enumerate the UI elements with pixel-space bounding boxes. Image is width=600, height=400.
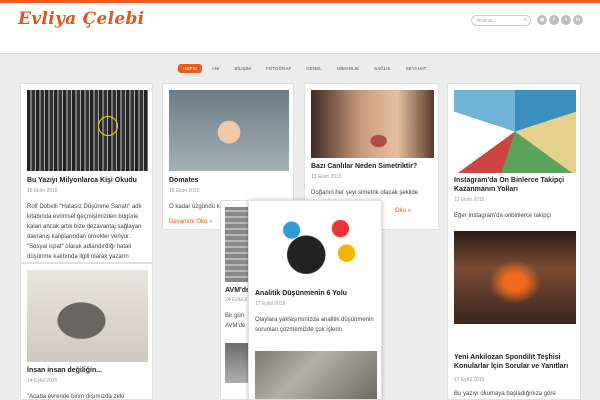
post-title[interactable]: İnsan insan değiliğin... [27, 366, 102, 375]
post-excerpt: Bir gün AVM'de [225, 313, 246, 329]
post-excerpt: Olaylara yaklaşımınızda analitik düşünme… [255, 317, 374, 333]
post-title[interactable]: Instagram'da On Binlerce Takipçi Kazanma… [454, 176, 580, 194]
post-card[interactable]: Analitik Düşünmenin 6 Yolu 17 Eylül 2015… [248, 200, 382, 400]
post-card[interactable]: Bu Yazıyı Milyonlarca Kişi Okudu 16 Ekim… [20, 83, 153, 263]
post-date: 17 Eylül 2015 [454, 377, 485, 383]
site-header: Evliya Çelebi Arama... ⌕ ◉ f t in [0, 3, 600, 54]
search-input[interactable]: Arama... ⌕ [471, 15, 531, 26]
post-excerpt: "Acaba evrende birim dışımızda zeki [27, 394, 125, 400]
post-image[interactable] [255, 207, 377, 284]
post-image[interactable] [454, 90, 576, 173]
post-date: 16 Ekim 2015 [27, 188, 58, 194]
post-excerpt: Bu yazıyı okumaya başladığınıza göre [454, 391, 556, 397]
post-date: 13 Ekim 2015 [311, 174, 342, 180]
post-title[interactable]: Bu Yazıyı Milyonlarca Kişi Okudu [27, 176, 137, 185]
nav-item-travel[interactable]: SEYAHAT [401, 64, 432, 73]
nav-item-memory[interactable]: ANI [207, 64, 225, 73]
post-date: 13 Ekim 2015 [454, 197, 485, 203]
nav-item-photography[interactable]: FOTOĞRAF [261, 64, 296, 73]
post-excerpt: Eğer Instagram'da onbinlerce takipçi [454, 213, 551, 219]
post-title[interactable]: AVM'de [225, 286, 250, 295]
post-title[interactable]: Yeni Ankilozan Spondilit Teşhisi Konular… [454, 353, 580, 371]
post-excerpt: Rolf Dobelli "Hatasız Düşünme Sanatı" ad… [27, 204, 142, 260]
site-logo[interactable]: Evliya Çelebi [18, 9, 144, 29]
post-title[interactable]: Analitik Düşünmenin 6 Yolu [255, 289, 347, 298]
highlight-circle [98, 116, 118, 136]
post-title[interactable]: Bazı Canlılar Neden Simetriktir? [311, 162, 417, 171]
facebook-icon[interactable]: f [549, 15, 559, 25]
post-image[interactable] [27, 90, 148, 171]
post-image[interactable] [225, 343, 249, 383]
post-date: 15 Ekim 2015 [169, 188, 200, 194]
post-title[interactable]: Domates [169, 176, 199, 185]
search-icon[interactable]: ⌕ [524, 17, 527, 24]
read-more-link[interactable]: Oku » [395, 208, 411, 214]
search-placeholder: Arama... [477, 18, 496, 24]
rss-icon[interactable]: ◉ [537, 15, 547, 25]
nav-item-informatics[interactable]: BİLİŞİM [229, 64, 255, 73]
post-card[interactable]: Instagram'da On Binlerce Takipçi Kazanma… [447, 83, 581, 400]
nav-item-all[interactable]: HEPSİ [178, 64, 202, 73]
nav-item-general[interactable]: GENEL [301, 64, 327, 73]
post-image[interactable] [169, 90, 289, 171]
post-image[interactable] [255, 351, 377, 399]
category-nav: HEPSİ ANI BİLİŞİM FOTOĞRAF GENEL MİMARLI… [178, 64, 436, 73]
nav-item-architecture[interactable]: MİMARLIK [332, 64, 364, 73]
post-image[interactable] [225, 207, 249, 282]
nav-item-health[interactable]: SAĞLIK [369, 64, 396, 73]
twitter-icon[interactable]: t [561, 15, 571, 25]
post-date: 17 Eylül 2015 [255, 301, 286, 307]
post-image[interactable] [311, 90, 434, 158]
linkedin-icon[interactable]: in [573, 15, 583, 25]
post-card[interactable]: İnsan insan değiliğin... 14 Eylül 2015 "… [20, 263, 153, 400]
post-image[interactable] [454, 231, 576, 324]
post-image[interactable] [27, 270, 148, 362]
post-date: 24 Eylül 2 [225, 297, 247, 303]
post-date: 14 Eylül 2015 [27, 378, 58, 384]
read-more-link[interactable]: Devamını Oku » [169, 219, 212, 225]
